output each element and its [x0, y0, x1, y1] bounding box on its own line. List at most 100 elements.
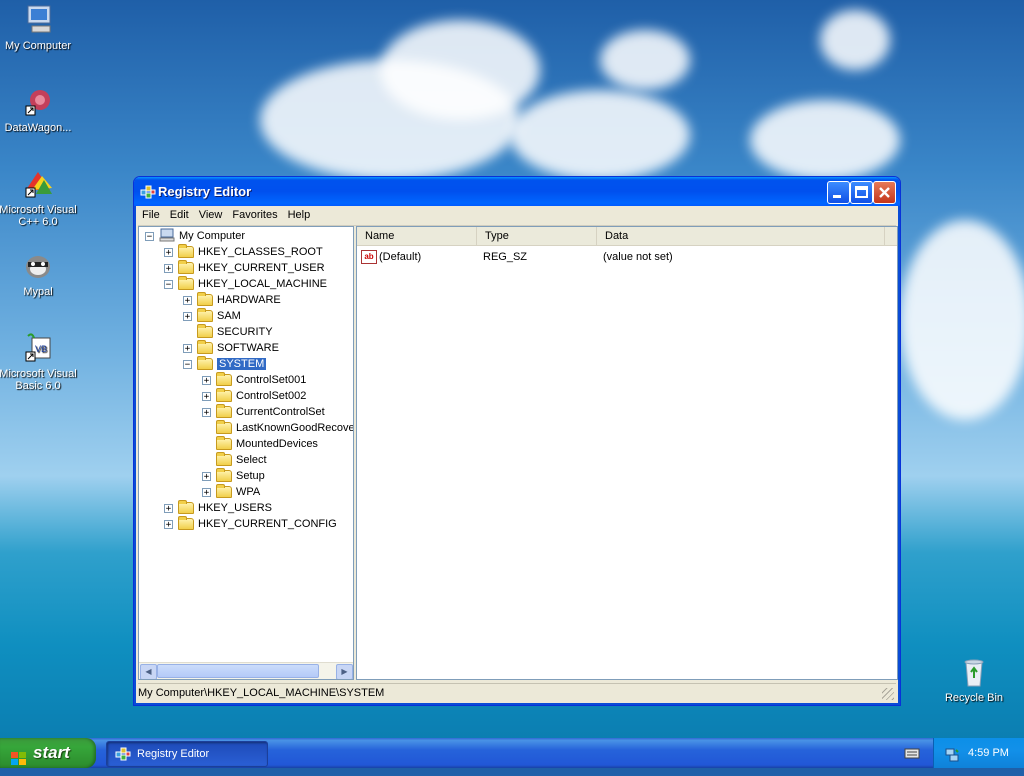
expand-toggle[interactable]: + [202, 487, 211, 497]
expand-toggle[interactable]: + [202, 407, 211, 417]
tree-item-hkey-current-config[interactable]: + HKEY_CURRENT_CONFIG [164, 516, 337, 532]
column-header-type[interactable]: Type [477, 227, 597, 245]
scroll-thumb[interactable] [157, 664, 319, 678]
clock[interactable]: 4:59 PM [968, 738, 1009, 768]
start-label: start [33, 743, 70, 762]
resize-grip[interactable] [882, 688, 894, 700]
desktop-icon-label: Recycle Bin [944, 692, 1004, 704]
taskbar-button-registry-editor[interactable]: Registry Editor [106, 741, 268, 767]
column-header-bar: Name Type Data [357, 227, 897, 246]
folder-icon [197, 340, 213, 354]
expand-toggle[interactable]: + [164, 503, 173, 513]
menu-favorites[interactable]: Favorites [228, 206, 283, 221]
registry-values-pane[interactable]: Name Type Data ab (Default) REG_SZ (value… [356, 226, 898, 680]
expand-toggle[interactable]: + [183, 343, 192, 353]
tree-item-controlset001[interactable]: + ControlSet001 [202, 372, 306, 388]
expand-toggle[interactable]: + [164, 247, 173, 257]
tree-item-controlset002[interactable]: + ControlSet002 [202, 388, 306, 404]
tree-item-label: ControlSet001 [236, 374, 307, 386]
menu-edit[interactable]: Edit [166, 206, 195, 221]
expand-toggle[interactable]: + [183, 295, 192, 305]
desktop-icon-visual-cpp[interactable]: Microsoft Visual C++ 6.0 [0, 168, 78, 228]
folder-icon [178, 244, 194, 258]
column-header-data[interactable]: Data [597, 227, 885, 245]
menu-file[interactable]: File [138, 206, 166, 221]
tree-item-label: CurrentControlSet [236, 406, 325, 418]
window-title: Registry Editor [158, 184, 252, 199]
expand-toggle[interactable]: + [164, 519, 173, 529]
registry-editor-icon [115, 746, 131, 771]
collapse-toggle[interactable]: − [183, 359, 192, 369]
desktop-icon-recycle-bin[interactable]: Recycle Bin [934, 656, 1014, 704]
status-path: My Computer\HKEY_LOCAL_MACHINE\SYSTEM [138, 687, 385, 699]
close-button[interactable] [873, 181, 896, 204]
tree-item-setup[interactable]: + Setup [202, 468, 265, 484]
value-name-cell: ab (Default) [361, 249, 421, 265]
tree-item-software[interactable]: + SOFTWARE [183, 340, 279, 356]
tree-item-label-selected: SYSTEM [217, 358, 267, 370]
desktop-icon-visual-basic[interactable]: VB Microsoft Visual Basic 6.0 [0, 332, 78, 392]
tree-item-lastknowngoodrecovery[interactable]: LastKnownGoodRecove [202, 420, 354, 436]
minimize-button[interactable] [827, 181, 850, 204]
folder-icon [216, 452, 232, 466]
tree-item-hkey-local-machine[interactable]: − HKEY_LOCAL_MACHINE [164, 276, 327, 292]
tree-item-hkey-users[interactable]: + HKEY_USERS [164, 500, 272, 516]
tree-item-currentcontrolset[interactable]: + CurrentControlSet [202, 404, 325, 420]
tree-item-sam[interactable]: + SAM [183, 308, 241, 324]
expand-toggle[interactable]: + [202, 471, 211, 481]
registry-editor-icon [140, 184, 156, 200]
scroll-left-button[interactable]: ◀ [140, 664, 157, 679]
tree-item-my-computer[interactable]: − My Computer [145, 228, 245, 244]
datawagon-shortcut-icon [22, 86, 54, 118]
tree-item-hkey-classes-root[interactable]: + HKEY_CLASSES_ROOT [164, 244, 323, 260]
expand-toggle[interactable]: + [183, 311, 192, 321]
collapse-toggle[interactable]: − [145, 231, 154, 241]
windows-flag-icon [11, 746, 27, 765]
collapse-toggle[interactable]: − [164, 279, 173, 289]
svg-text:VB: VB [35, 344, 47, 354]
tree-item-label: SOFTWARE [217, 342, 279, 354]
registry-tree-pane[interactable]: − My Computer + HKEY_CLASSES_ROOT + HKEY_C… [138, 226, 354, 680]
folder-icon [216, 436, 232, 450]
tree-item-system[interactable]: − SYSTEM [183, 356, 267, 372]
tree-item-hardware[interactable]: + HARDWARE [183, 292, 281, 308]
tree-item-security[interactable]: SECURITY [183, 324, 273, 340]
tree-item-label: HKEY_USERS [198, 502, 272, 514]
menu-view[interactable]: View [195, 206, 229, 221]
tree-item-hkey-current-user[interactable]: + HKEY_CURRENT_USER [164, 260, 325, 276]
cloud-shape [750, 100, 900, 180]
tree-item-label: LastKnownGoodRecove [236, 422, 354, 434]
desktop-icon-datawagon[interactable]: DataWagon... [0, 86, 78, 134]
menu-help[interactable]: Help [284, 206, 317, 221]
tree-item-label: SAM [217, 310, 241, 322]
scroll-right-button[interactable]: ▶ [336, 664, 353, 679]
desktop-icon-mypal[interactable]: Mypal [0, 250, 78, 298]
desktop-icon-label: My Computer [4, 40, 72, 52]
registry-value-row[interactable]: ab (Default) REG_SZ (value not set) [357, 249, 897, 265]
title-bar[interactable]: Registry Editor [134, 177, 900, 206]
status-bar: My Computer\HKEY_LOCAL_MACHINE\SYSTEM [138, 683, 896, 702]
desktop-icon-label: Microsoft Visual Basic 6.0 [0, 368, 77, 392]
desktop-icon-label: Microsoft Visual C++ 6.0 [0, 204, 77, 228]
desktop-icon-my-computer[interactable]: My Computer [0, 4, 78, 52]
column-header-name[interactable]: Name [357, 227, 477, 245]
expand-toggle[interactable]: + [202, 375, 211, 385]
value-name: (Default) [379, 251, 422, 263]
desktop-icon-label: Mypal [23, 286, 53, 298]
menu-bar: File Edit View Favorites Help [138, 206, 896, 226]
cloud-shape [600, 30, 690, 90]
start-button[interactable]: start [0, 738, 96, 768]
folder-icon [216, 484, 232, 498]
taskbar-button-label: Registry Editor [137, 748, 210, 760]
network-tray-icon[interactable] [944, 745, 960, 775]
tree-item-mounteddevices[interactable]: MountedDevices [202, 436, 318, 452]
expand-toggle[interactable]: + [164, 263, 173, 273]
maximize-button[interactable] [850, 181, 873, 204]
folder-icon [178, 500, 194, 514]
mypal-raccoon-icon [22, 250, 54, 282]
expand-toggle[interactable]: + [202, 391, 211, 401]
keyboard-icon[interactable] [904, 746, 920, 763]
tree-item-wpa[interactable]: + WPA [202, 484, 260, 500]
tree-horizontal-scrollbar[interactable]: ◀ ▶ [139, 662, 353, 679]
tree-item-select[interactable]: Select [202, 452, 267, 468]
